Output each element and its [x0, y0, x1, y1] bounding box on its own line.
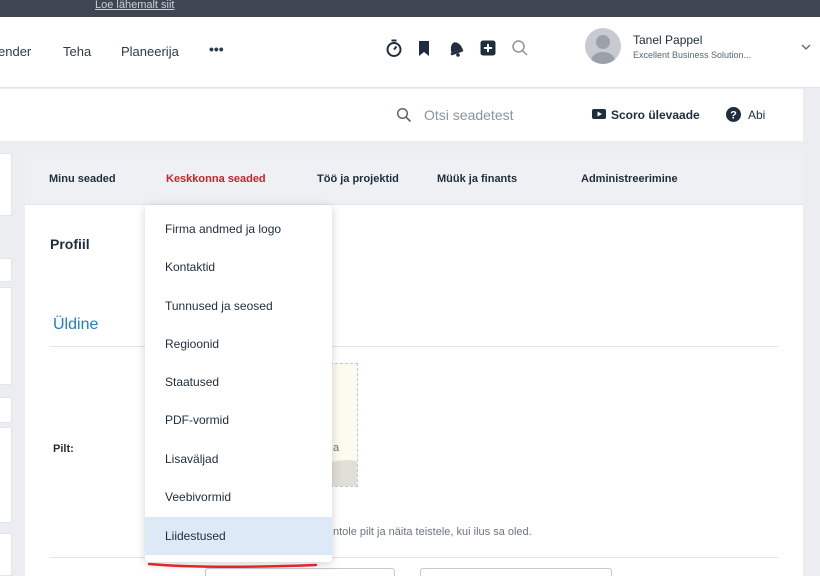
notification-bell-icon[interactable]: [446, 38, 466, 58]
tab-keskkonna-seaded[interactable]: Keskkonna seaded: [166, 173, 266, 185]
settings-dropdown-menu: Firma andmed ja logo Kontaktid Tunnused …: [145, 205, 332, 562]
search-icon[interactable]: [510, 38, 530, 58]
menu-item-liidestused[interactable]: Liidestused: [145, 517, 332, 555]
add-icon[interactable]: [478, 38, 498, 58]
picture-label: Pilt:: [53, 443, 74, 455]
nav-item-calendar[interactable]: ender: [0, 44, 31, 59]
announcement-link[interactable]: Loe lähemalt siit: [95, 0, 175, 11]
tab-minu-seaded[interactable]: Minu seaded: [49, 173, 116, 185]
tab-too-ja-projektid[interactable]: Töö ja projektid: [317, 173, 399, 185]
tab-muuk-ja-finants[interactable]: Müük ja finants: [437, 173, 517, 185]
timer-icon[interactable]: [384, 38, 404, 58]
help-icon[interactable]: ?: [726, 107, 741, 122]
user-company[interactable]: Excellent Business Solution...: [633, 50, 751, 60]
menu-item-kontaktid[interactable]: Kontaktid: [145, 248, 332, 286]
page-title: Profiil: [50, 236, 90, 252]
settings-tabs: Minu seaded Keskkonna seaded Töö ja proj…: [25, 153, 803, 205]
help-link[interactable]: Abi: [748, 108, 765, 122]
menu-item-staatused[interactable]: Staatused: [145, 363, 332, 401]
main-nav: ender Teha Planeerija ••• Tanel Pappel E…: [0, 17, 820, 88]
menu-item-pdf-vormid[interactable]: PDF-vormid: [145, 401, 332, 439]
menu-item-regioonid[interactable]: Regioonid: [145, 325, 332, 363]
search-icon[interactable]: [396, 107, 412, 123]
nav-item-teha[interactable]: Teha: [63, 44, 91, 59]
annotation-underline: [148, 562, 318, 569]
nav-more-button[interactable]: •••: [209, 41, 224, 57]
video-icon[interactable]: [592, 108, 606, 120]
settings-content: [25, 205, 803, 576]
chevron-down-icon[interactable]: [800, 41, 812, 53]
side-card: [0, 427, 12, 523]
menu-item-veebivormid[interactable]: Veebivormid: [145, 478, 332, 516]
side-card: [0, 397, 12, 423]
settings-header: Otsi seadetest Scoro ülevaade ? Abi: [0, 89, 803, 141]
user-name[interactable]: Tanel Pappel: [633, 33, 702, 47]
avatar[interactable]: [585, 28, 621, 64]
menu-item-firma-andmed[interactable]: Firma andmed ja logo: [145, 210, 332, 248]
svg-text:?: ?: [730, 110, 737, 122]
field-box[interactable]: [420, 568, 612, 576]
picture-help-text: ntole pilt ja näita teistele, kui ilus s…: [333, 526, 532, 538]
menu-item-lisavaljad[interactable]: Lisaväljad: [145, 440, 332, 478]
side-card: [0, 287, 12, 385]
section-title: Üldine: [53, 316, 99, 333]
tab-administreerimine[interactable]: Administreerimine: [581, 173, 678, 185]
field-box[interactable]: [205, 568, 395, 576]
scoro-overview-link[interactable]: Scoro ülevaade: [611, 108, 700, 122]
side-card: [0, 533, 12, 576]
settings-search-input[interactable]: Otsi seadetest: [424, 107, 514, 123]
side-card: [0, 258, 12, 282]
nav-item-planeerija[interactable]: Planeerija: [121, 44, 179, 59]
side-card: [0, 153, 12, 216]
menu-item-tunnused[interactable]: Tunnused ja seosed: [145, 287, 332, 325]
announcement-bar: Loe lähemalt siit: [0, 0, 820, 17]
bookmark-icon[interactable]: [414, 38, 434, 58]
upload-text: a: [333, 442, 340, 454]
user-avatar-icon: [591, 35, 615, 64]
